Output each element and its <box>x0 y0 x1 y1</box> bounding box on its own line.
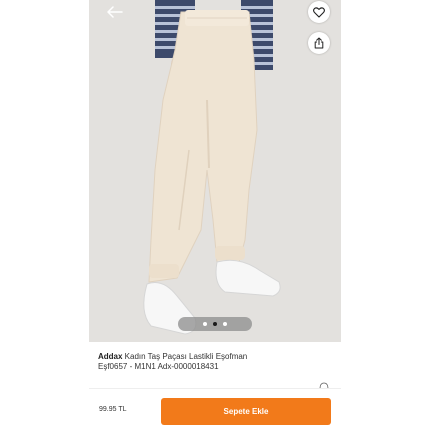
gallery-pagination <box>178 317 252 331</box>
heart-icon <box>313 6 325 18</box>
gallery-dot[interactable] <box>223 322 227 326</box>
product-photo-illustration <box>89 0 341 342</box>
price-label: 99.95 TL <box>99 406 127 413</box>
product-brand[interactable]: Addax <box>98 352 122 361</box>
favorite-button[interactable] <box>308 1 330 23</box>
back-button[interactable] <box>103 2 127 22</box>
gallery-dot-active[interactable] <box>213 322 217 326</box>
product-code: Eşf0657 - M1N1 Adx-0000018431 <box>98 362 219 371</box>
product-detail-screen: Addax Kadın Taş Paçası Lastikli Eşofman … <box>0 0 430 430</box>
gallery-dot[interactable] <box>203 322 207 326</box>
divider <box>89 388 341 389</box>
product-photo[interactable] <box>89 0 341 342</box>
arrow-left-icon <box>107 6 123 18</box>
add-to-cart-button[interactable]: Sepete Ekle <box>161 398 331 425</box>
share-button[interactable] <box>308 32 330 54</box>
product-title: Addax Kadın Taş Paçası Lastikli Eşofman <box>98 352 338 362</box>
product-name: Kadın Taş Paçası Lastikli Eşofman <box>122 352 248 361</box>
share-icon <box>314 37 324 49</box>
product-info: Addax Kadın Taş Paçası Lastikli Eşofman … <box>98 352 338 372</box>
